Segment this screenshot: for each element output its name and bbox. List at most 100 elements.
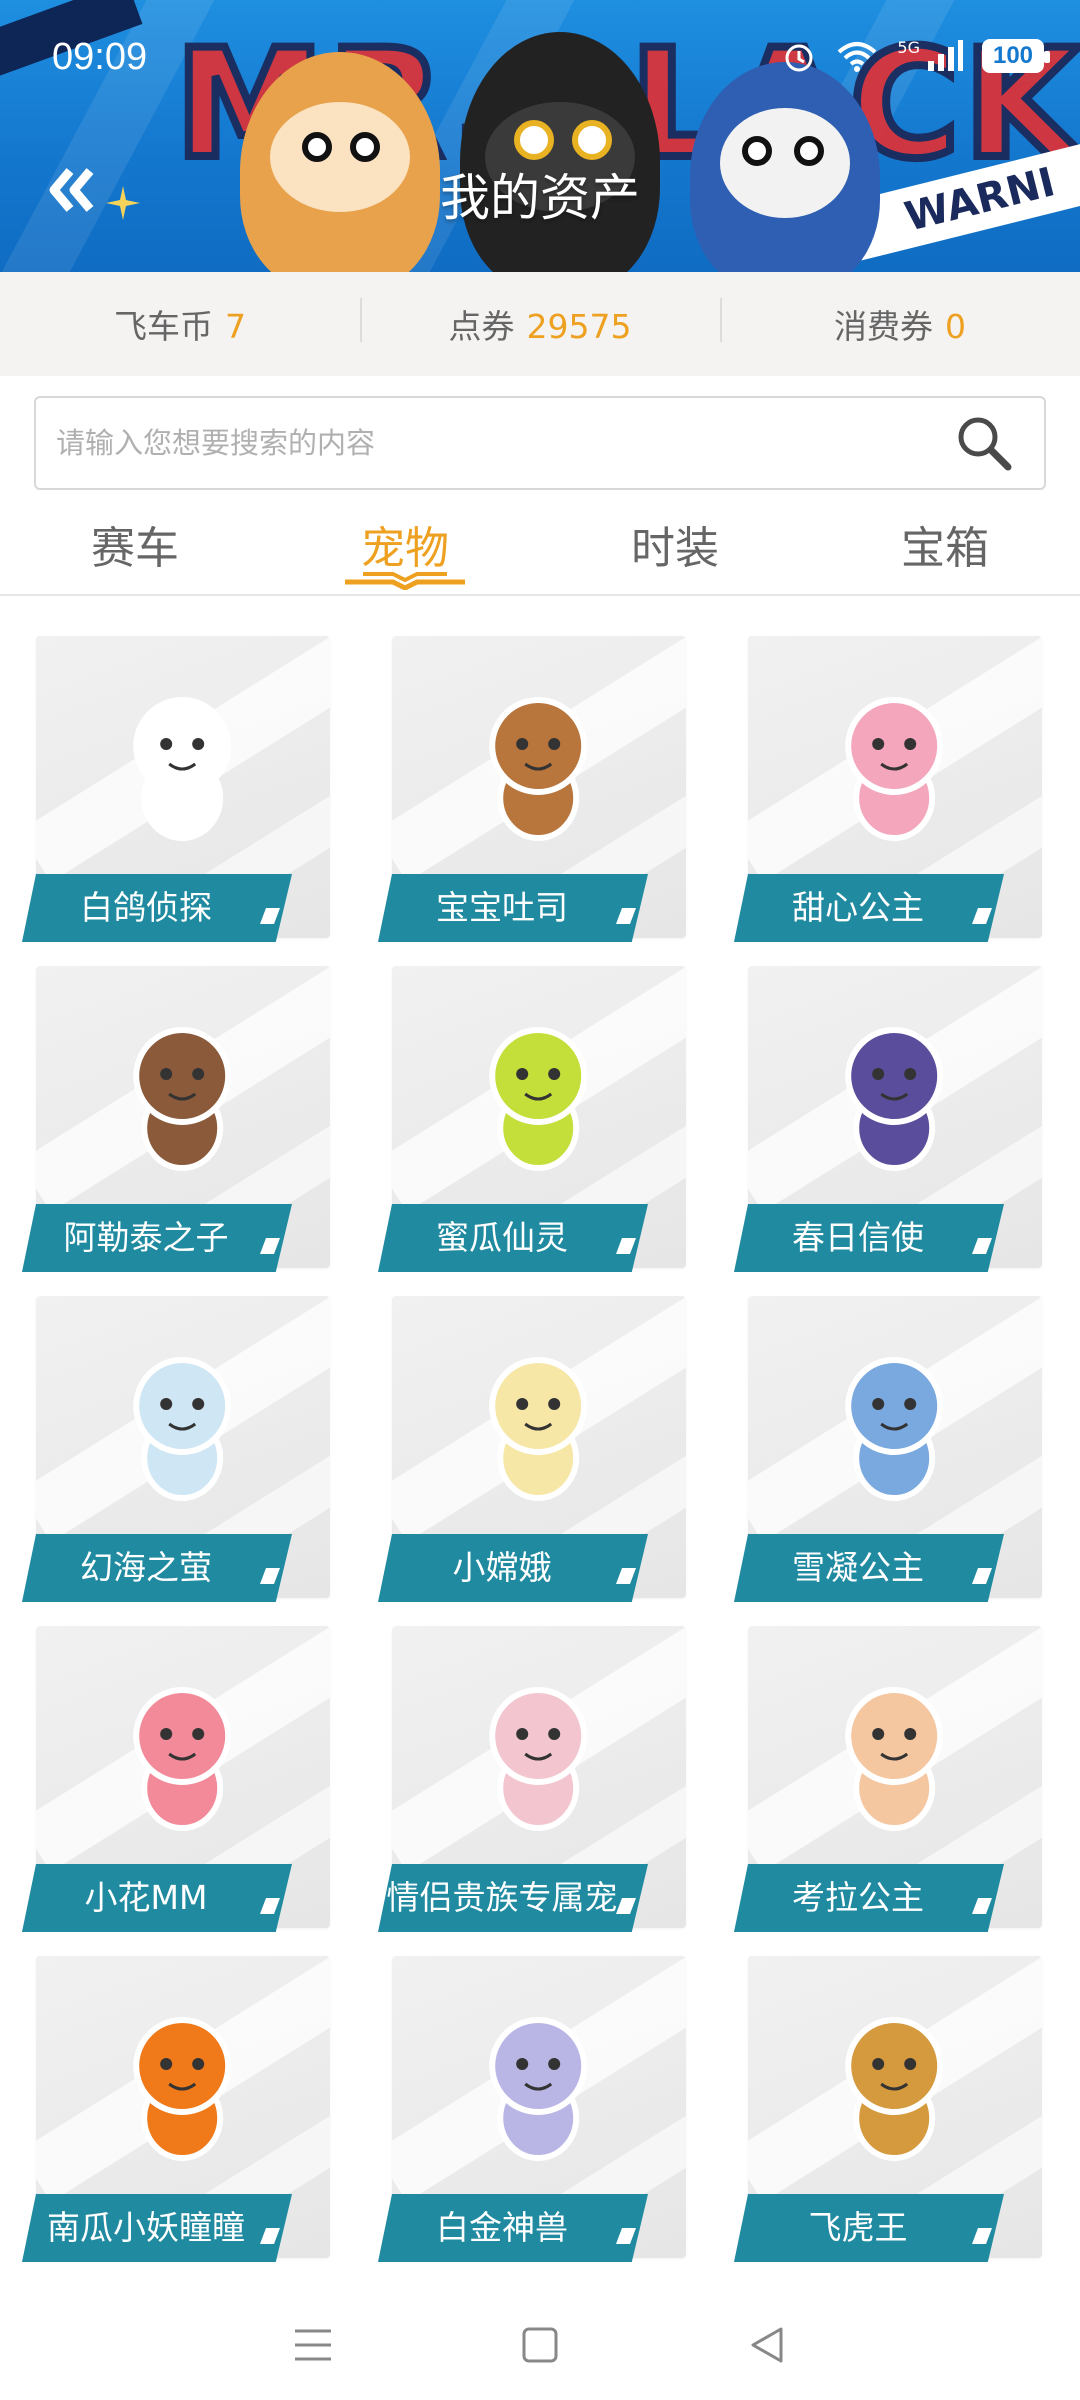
penguin-messenger-icon bbox=[845, 1027, 944, 1171]
tab-pets-label: 宠物 bbox=[361, 523, 449, 574]
pet-name-label: 情侣贵族专属宠 bbox=[378, 1864, 648, 1932]
triangle-back-icon bbox=[751, 2327, 783, 2363]
category-tabs: 赛车 宠物 时装 宝箱 bbox=[0, 500, 1080, 596]
pet-card[interactable]: 小嫦娥 bbox=[378, 1296, 686, 1602]
pet-name-label: 宝宝吐司 bbox=[378, 874, 648, 942]
currency-voucher-label: 消费券 bbox=[834, 307, 933, 346]
snow-princess-icon bbox=[845, 1357, 944, 1501]
pet-card[interactable]: 情侣贵族专属宠 bbox=[378, 1626, 686, 1932]
tiger-king-icon bbox=[845, 2017, 944, 2161]
currency-coin-value: 7 bbox=[225, 307, 246, 346]
corner-mark-icon bbox=[260, 1238, 280, 1254]
pet-name-label: 蜜瓜仙灵 bbox=[378, 1204, 648, 1272]
corner-mark-icon bbox=[972, 908, 992, 924]
white-dove-icon bbox=[133, 697, 232, 841]
currency-coin: 飞车币 7 bbox=[0, 300, 360, 348]
pet-name-label: 甜心公主 bbox=[734, 874, 1004, 942]
search-icon bbox=[958, 417, 1012, 471]
corner-mark-icon bbox=[260, 908, 280, 924]
signal-icon bbox=[928, 40, 963, 71]
pet-name-label: 南瓜小妖瞳瞳 bbox=[22, 2194, 292, 2262]
pet-name-label: 阿勒泰之子 bbox=[22, 1204, 292, 1272]
corner-mark-icon bbox=[972, 1238, 992, 1254]
koala-princess-icon bbox=[845, 1687, 944, 1831]
currency-points-label: 点券 bbox=[448, 307, 515, 346]
pet-name-label: 春日信使 bbox=[734, 1204, 1004, 1272]
status-icons: 5G 100 bbox=[781, 38, 1050, 74]
melon-spirit-icon bbox=[489, 1027, 588, 1171]
pet-card[interactable]: 阿勒泰之子 bbox=[22, 966, 330, 1272]
menu-icon bbox=[295, 2329, 332, 2361]
pet-name-label: 考拉公主 bbox=[734, 1864, 1004, 1932]
system-nav-bar bbox=[0, 2290, 1080, 2400]
page-title: 我的资产 bbox=[440, 169, 640, 227]
pet-card[interactable]: 南瓜小妖瞳瞳 bbox=[22, 1956, 330, 2262]
pet-card[interactable]: 白金神兽 bbox=[378, 1956, 686, 2262]
pet-card[interactable]: 飞虎王 bbox=[734, 1956, 1042, 2262]
pet-card[interactable]: 考拉公主 bbox=[734, 1626, 1042, 1932]
pet-name-label: 幻海之萤 bbox=[22, 1534, 292, 1602]
tab-chests-label: 宝箱 bbox=[901, 523, 989, 574]
pet-card[interactable]: 宝宝吐司 bbox=[378, 636, 686, 942]
corner-mark-icon bbox=[616, 1898, 636, 1914]
status-time: 09:09 bbox=[52, 36, 148, 78]
corner-mark-icon bbox=[616, 1238, 636, 1254]
back-nav-button[interactable] bbox=[727, 2305, 807, 2385]
sea-firefly-icon bbox=[133, 1357, 232, 1501]
square-icon bbox=[522, 2327, 558, 2363]
corner-mark-icon bbox=[616, 908, 636, 924]
tab-active-indicator bbox=[345, 572, 465, 590]
pet-name-label: 小花MM bbox=[22, 1864, 292, 1932]
corner-mark-icon bbox=[260, 1898, 280, 1914]
pet-card[interactable]: 春日信使 bbox=[734, 966, 1042, 1272]
corner-mark-icon bbox=[972, 1898, 992, 1914]
currency-points-value: 29575 bbox=[526, 307, 632, 346]
tab-cars-label: 赛车 bbox=[91, 523, 179, 574]
corner-mark-icon bbox=[972, 1568, 992, 1584]
header-banner: MR.BLACK WARNI 09:09 5G 100 我的资产 bbox=[0, 0, 1080, 272]
currency-coin-label: 飞车币 bbox=[114, 307, 213, 346]
wifi-icon bbox=[838, 42, 877, 72]
corner-mark-icon bbox=[260, 2228, 280, 2244]
tab-pets[interactable]: 宠物 bbox=[270, 500, 540, 594]
corner-mark-icon bbox=[616, 2228, 636, 2244]
corner-mark-icon bbox=[972, 2228, 992, 2244]
pet-card[interactable]: 甜心公主 bbox=[734, 636, 1042, 942]
pet-name-label: 飞虎王 bbox=[734, 2194, 1004, 2262]
battery-indicator: 100 bbox=[982, 39, 1050, 73]
noble-couple-icon bbox=[489, 1687, 588, 1831]
pet-card[interactable]: 幻海之萤 bbox=[22, 1296, 330, 1602]
pet-name-label: 雪凝公主 bbox=[734, 1534, 1004, 1602]
pet-grid: 白鸽侦探 宝宝吐司 甜心公主阿勒泰之子 蜜瓜仙灵 春日信使幻海之萤 小嫦娥 雪凝公主小花MM… bbox=[22, 636, 1062, 2262]
platinum-beast-icon bbox=[489, 2017, 588, 2161]
corner-mark-icon bbox=[616, 1568, 636, 1584]
pet-name-label: 小嫦娥 bbox=[378, 1534, 648, 1602]
currency-voucher: 消费券 0 bbox=[720, 298, 1080, 348]
pet-name-label: 白金神兽 bbox=[378, 2194, 648, 2262]
tab-chests[interactable]: 宝箱 bbox=[810, 500, 1080, 594]
horse-rider-icon bbox=[133, 1027, 232, 1171]
network-label: 5G bbox=[897, 38, 920, 57]
pet-card[interactable]: 蜜瓜仙灵 bbox=[378, 966, 686, 1272]
currency-voucher-value: 0 bbox=[945, 307, 966, 346]
pet-card[interactable]: 小花MM bbox=[22, 1626, 330, 1932]
currency-points: 点券 29575 bbox=[360, 298, 720, 348]
tab-cars[interactable]: 赛车 bbox=[0, 500, 270, 594]
currency-bar: 飞车币 7 点券 29575 消费券 0 bbox=[0, 272, 1080, 376]
menu-button[interactable] bbox=[273, 2305, 353, 2385]
pet-name-label: 白鸽侦探 bbox=[22, 874, 292, 942]
search-box bbox=[34, 396, 1046, 490]
search-input[interactable] bbox=[56, 426, 924, 460]
tab-fashion-label: 时装 bbox=[631, 523, 719, 574]
home-button[interactable] bbox=[500, 2305, 580, 2385]
moon-fairy-icon bbox=[489, 1357, 588, 1501]
pet-card[interactable]: 雪凝公主 bbox=[734, 1296, 1042, 1602]
pink-princess-icon bbox=[845, 697, 944, 841]
pumpkin-imp-icon bbox=[133, 2017, 232, 2161]
corner-mark-icon bbox=[260, 1568, 280, 1584]
search-button[interactable] bbox=[924, 398, 1044, 488]
tab-fashion[interactable]: 时装 bbox=[540, 500, 810, 594]
alarm-icon bbox=[785, 44, 813, 72]
pet-card[interactable]: 白鸽侦探 bbox=[22, 636, 330, 942]
flower-girl-icon bbox=[133, 1687, 232, 1831]
